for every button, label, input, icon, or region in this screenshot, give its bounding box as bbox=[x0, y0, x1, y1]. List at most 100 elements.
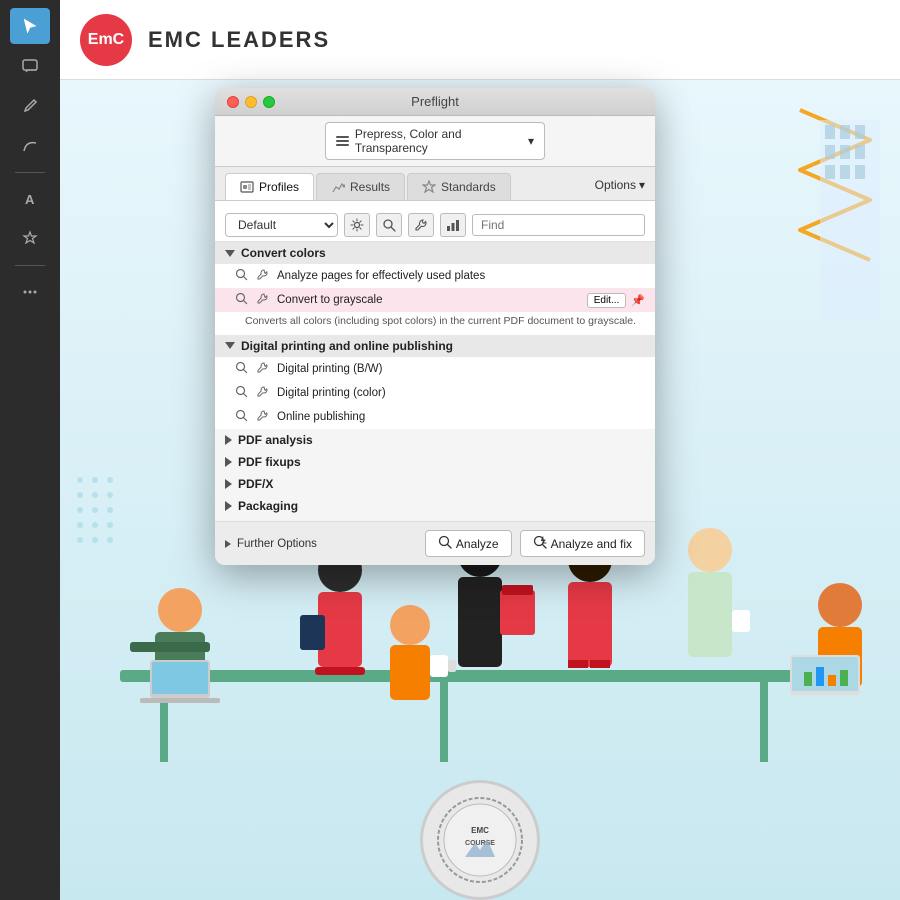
section-digital-printing-label: Digital printing and online publishing bbox=[241, 339, 453, 353]
analyze-plates-label: Analyze pages for effectively used plate… bbox=[277, 270, 485, 282]
tab-results[interactable]: Results bbox=[316, 173, 405, 200]
further-options-triangle bbox=[225, 540, 231, 548]
list-item-online-publishing[interactable]: Online publishing bbox=[215, 405, 655, 429]
section-pdf-x[interactable]: PDF/X bbox=[215, 473, 655, 495]
collapsed-triangle-3 bbox=[225, 479, 232, 489]
search-icon-5 bbox=[235, 409, 251, 425]
traffic-lights bbox=[227, 96, 275, 108]
dialog-footer: Further Options Analyze Analyze and fix bbox=[215, 522, 655, 565]
edit-button[interactable]: Edit... bbox=[587, 293, 627, 308]
section-pdf-fixups-label: PDF fixups bbox=[238, 455, 301, 469]
edit-icon-btn[interactable] bbox=[344, 213, 370, 237]
bar-chart-icon bbox=[336, 136, 349, 146]
wrench-icon-3 bbox=[256, 361, 272, 377]
options-menu[interactable]: Options ▾ bbox=[595, 178, 645, 196]
wrench-small-icon bbox=[256, 268, 272, 284]
wrench-item-icon-2 bbox=[256, 292, 272, 308]
expand-triangle-2 bbox=[225, 342, 235, 349]
tool-stamp[interactable] bbox=[10, 221, 50, 257]
preflight-dialog: Preflight Prepress, Color and Transparen… bbox=[215, 88, 655, 565]
building-decoration bbox=[800, 80, 900, 380]
svg-text:A: A bbox=[25, 192, 35, 207]
pin-icon: 📌 bbox=[631, 294, 645, 307]
profile-dropdown[interactable]: Default bbox=[225, 213, 338, 237]
analyze-button[interactable]: Analyze bbox=[425, 530, 512, 557]
tab-profiles[interactable]: Profiles bbox=[225, 173, 314, 200]
sidebar: A bbox=[0, 0, 60, 900]
search-item-icon bbox=[235, 268, 251, 284]
sidebar-divider-2 bbox=[15, 265, 45, 266]
further-options[interactable]: Further Options bbox=[225, 538, 317, 550]
maximize-button[interactable] bbox=[263, 96, 275, 108]
section-pdf-analysis[interactable]: PDF analysis bbox=[215, 429, 655, 451]
digital-bw-label: Digital printing (B/W) bbox=[277, 363, 382, 375]
company-name: EMC LEADERS bbox=[148, 27, 330, 53]
section-packaging[interactable]: Packaging bbox=[215, 495, 655, 517]
tab-profiles-label: Profiles bbox=[259, 180, 299, 194]
dialog-title: Preflight bbox=[411, 94, 459, 109]
collapsed-triangle-1 bbox=[225, 435, 232, 445]
search-icon-btn[interactable] bbox=[376, 213, 402, 237]
chart-icon-btn[interactable] bbox=[440, 213, 466, 237]
logo-text: EmC bbox=[88, 31, 124, 49]
analyze-fix-icon bbox=[533, 535, 547, 552]
svg-text:EMC: EMC bbox=[471, 826, 489, 835]
svg-text:COURSE: COURSE bbox=[465, 840, 495, 847]
dropdown-arrow: ▾ bbox=[528, 134, 534, 148]
top-header: EmC EMC LEADERS bbox=[60, 0, 900, 80]
list-item-digital-bw[interactable]: Digital printing (B/W) bbox=[215, 357, 655, 381]
dialog-dropdown-bar: Prepress, Color and Transparency ▾ bbox=[215, 116, 655, 167]
digital-color-label: Digital printing (color) bbox=[277, 387, 386, 399]
cog-icon bbox=[350, 218, 364, 232]
further-options-label: Further Options bbox=[237, 538, 317, 550]
bar-chart-icon bbox=[446, 218, 460, 232]
wrench-icon-4 bbox=[256, 385, 272, 401]
tab-results-label: Results bbox=[350, 180, 390, 194]
section-convert-colors[interactable]: Convert colors bbox=[215, 242, 655, 264]
tool-more[interactable] bbox=[10, 274, 50, 310]
wrench-icon-btn[interactable] bbox=[408, 213, 434, 237]
analyze-fix-button[interactable]: Analyze and fix bbox=[520, 530, 645, 557]
footer-buttons: Analyze Analyze and fix bbox=[425, 530, 645, 557]
convert-grayscale-label: Convert to grayscale bbox=[277, 294, 382, 306]
emc-badge: EMC COURSE bbox=[400, 780, 560, 900]
expand-triangle bbox=[225, 250, 235, 257]
list-item-digital-color[interactable]: Digital printing (color) bbox=[215, 381, 655, 405]
tool-cursor[interactable] bbox=[10, 8, 50, 44]
section-digital-printing[interactable]: Digital printing and online publishing bbox=[215, 335, 655, 357]
dialog-tabs: Profiles Results Standards Options ▾ bbox=[215, 167, 655, 200]
tab-standards-label: Standards bbox=[441, 180, 496, 194]
list-item-analyze-plates[interactable]: Analyze pages for effectively used plate… bbox=[215, 264, 655, 288]
profile-type-dropdown[interactable]: Prepress, Color and Transparency ▾ bbox=[325, 122, 545, 160]
close-button[interactable] bbox=[227, 96, 239, 108]
section-packaging-label: Packaging bbox=[238, 499, 298, 513]
collapsed-triangle-2 bbox=[225, 457, 232, 467]
minimize-button[interactable] bbox=[245, 96, 257, 108]
search-icon-4 bbox=[235, 385, 251, 401]
analyze-icon bbox=[438, 535, 452, 552]
profile-type-label: Prepress, Color and Transparency bbox=[355, 127, 522, 155]
tab-standards[interactable]: Standards bbox=[407, 173, 511, 200]
tool-text[interactable]: A bbox=[10, 181, 50, 217]
options-arrow: ▾ bbox=[639, 178, 645, 192]
logo: EmC bbox=[80, 14, 132, 66]
search-item-icon-2 bbox=[235, 292, 251, 308]
analyze-fix-label: Analyze and fix bbox=[551, 537, 632, 551]
wrench-icon-5 bbox=[256, 409, 272, 425]
section-pdf-analysis-label: PDF analysis bbox=[238, 433, 313, 447]
find-input[interactable] bbox=[472, 214, 645, 236]
section-convert-colors-label: Convert colors bbox=[241, 246, 326, 260]
results-icon bbox=[331, 180, 345, 194]
wrench-icon bbox=[414, 218, 428, 232]
search-icon-3 bbox=[235, 361, 251, 377]
collapsed-triangle-4 bbox=[225, 501, 232, 511]
online-publishing-label: Online publishing bbox=[277, 411, 365, 423]
tool-comment[interactable] bbox=[10, 48, 50, 84]
tool-curve[interactable] bbox=[10, 128, 50, 164]
list-item-convert-grayscale[interactable]: Convert to grayscale Edit... 📌 bbox=[215, 288, 655, 312]
search-icon bbox=[382, 218, 396, 232]
dialog-body: Default bbox=[215, 200, 655, 565]
dialog-toolbar: Default bbox=[215, 209, 655, 242]
section-pdf-fixups[interactable]: PDF fixups bbox=[215, 451, 655, 473]
tool-pen[interactable] bbox=[10, 88, 50, 124]
